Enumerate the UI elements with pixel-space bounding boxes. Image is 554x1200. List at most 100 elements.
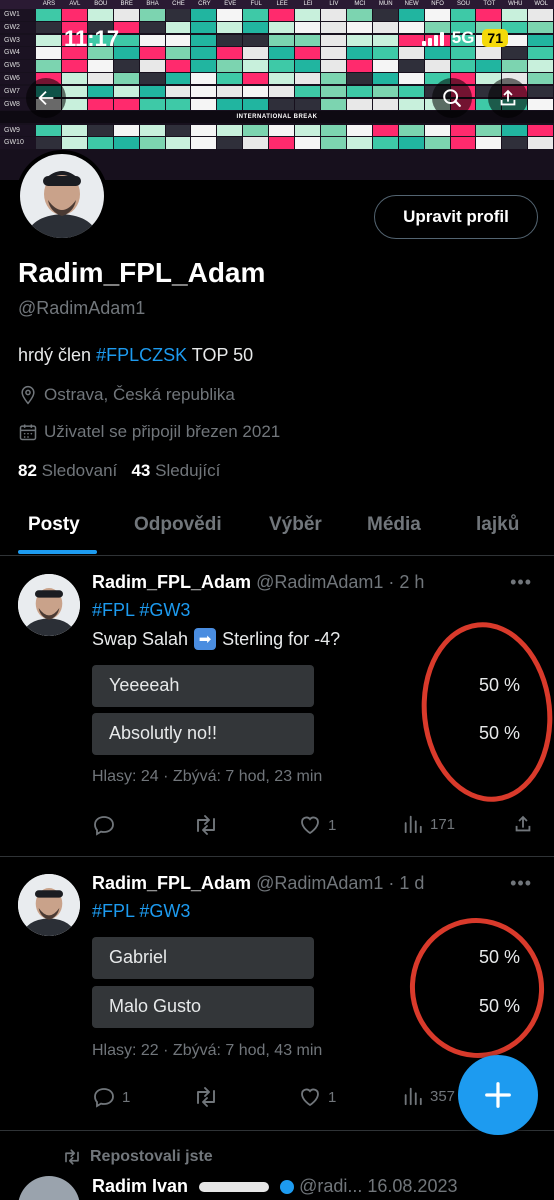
repost-button[interactable] (193, 813, 219, 837)
fixture-team-header: TOT (483, 1, 496, 7)
reply-button[interactable] (92, 813, 116, 837)
fixture-cell (87, 98, 113, 111)
fixture-cell (165, 124, 191, 137)
joined-text: Uživatel se připojil březen 2021 (44, 422, 281, 441)
fixture-cell (502, 9, 528, 21)
poll-option-label: Yeeeeah (109, 675, 180, 695)
profile-avatar[interactable] (16, 150, 108, 242)
like-button[interactable]: 1 (298, 1085, 336, 1109)
follow-stats: 82 Sledovaní 43 Sledující (18, 461, 220, 481)
fixture-cell (398, 60, 424, 72)
fixture-cell (139, 72, 165, 85)
reposted-label: Repostovali jste (90, 1148, 213, 1165)
views-count: 357 (430, 1087, 456, 1105)
fixture-row: GW9 (0, 124, 554, 137)
reply-count: 1 (122, 1088, 131, 1106)
tab-highlights[interactable]: Výběr (269, 514, 322, 536)
post-hashtags[interactable]: #FPL #GW3 (92, 901, 190, 922)
fixture-team-header: ARS (42, 1, 56, 7)
fixture-cell (372, 124, 398, 137)
fixture-cell (113, 124, 139, 137)
views-count: 171 (430, 815, 456, 833)
poll-option-label: Absolutly no!! (109, 723, 218, 743)
followers-link[interactable]: 43 Sledující (131, 461, 220, 480)
post-hashtags[interactable]: #FPL #GW3 (92, 600, 190, 621)
compose-post-button[interactable] (458, 1055, 538, 1135)
post-author-handle: @RadimAdam1 (256, 873, 384, 893)
fixture-cell (139, 124, 165, 137)
edit-profile-button[interactable]: Upravit profil (374, 195, 538, 239)
post-author-name[interactable]: Radim_FPL_Adam (92, 873, 251, 893)
tab-likes[interactable]: lajků (476, 514, 519, 536)
post-author-name[interactable]: Radim Ivan (92, 1176, 188, 1196)
bio-hashtag-link[interactable]: #FPLCZSK (96, 345, 187, 365)
share-icon (515, 815, 531, 832)
fixture-cell (450, 60, 476, 72)
post-avatar[interactable] (18, 874, 80, 936)
like-count: 1 (328, 1088, 337, 1106)
fixture-cell (243, 98, 269, 111)
share-profile-button[interactable] (488, 78, 528, 118)
search-icon (443, 89, 461, 107)
post-date: 16.08.2023 (367, 1176, 458, 1196)
more-options-icon[interactable]: ••• (510, 572, 532, 593)
fixture-cell (320, 137, 346, 149)
more-options-icon[interactable]: ••• (510, 873, 532, 894)
following-link[interactable]: 82 Sledovaní (18, 461, 117, 480)
views-button[interactable]: 171 (402, 813, 455, 835)
back-button[interactable] (26, 78, 66, 118)
views-bar-chart-icon (404, 1087, 422, 1106)
fixture-cell (424, 9, 450, 21)
reply-button[interactable]: 1 (92, 1085, 130, 1109)
fixture-cell (346, 9, 372, 21)
post-author-name[interactable]: Radim_FPL_Adam (92, 572, 251, 592)
fixture-cell (243, 124, 269, 137)
fixture-cell (269, 60, 295, 72)
fixture-cell (476, 137, 502, 149)
fixture-cell (346, 124, 372, 137)
fixture-cell (450, 9, 476, 21)
fixture-cell (528, 72, 554, 85)
fixture-cell (61, 9, 87, 21)
plus-icon (485, 1082, 511, 1108)
fixture-cell (191, 72, 217, 85)
arrow-right-emoji-icon: ➡ (194, 628, 217, 650)
fixture-cell (36, 124, 61, 137)
fixture-cell (372, 9, 398, 21)
fixture-team-header: LEE (276, 1, 288, 7)
fixture-cell (528, 98, 554, 111)
like-button[interactable]: 1 (298, 813, 336, 837)
fixture-cell (165, 9, 191, 21)
fixture-cell (113, 60, 139, 72)
fixture-team-header: WHU (508, 1, 523, 7)
like-count: 1 (328, 816, 337, 834)
tab-posts[interactable]: Posty (28, 514, 80, 536)
fixture-cell (476, 124, 502, 137)
fixture-cell (398, 9, 424, 21)
share-icon (500, 89, 516, 106)
post-avatar[interactable] (18, 1176, 80, 1200)
fixture-cell (372, 60, 398, 72)
fixture-cell (295, 137, 320, 149)
tab-replies[interactable]: Odpovědi (134, 514, 222, 536)
tab-media[interactable]: Média (367, 514, 421, 536)
fixture-team-header: SOU (456, 1, 470, 7)
fixture-cell (450, 124, 476, 137)
fixture-cell (320, 60, 346, 72)
fixture-cell (165, 72, 191, 85)
fixture-cell (295, 124, 320, 137)
search-button[interactable] (432, 78, 472, 118)
fixture-cell (398, 85, 424, 98)
battery-indicator: 71 (482, 29, 508, 47)
fixture-cell (87, 60, 113, 72)
fixture-cell (346, 98, 372, 111)
post-avatar[interactable] (18, 574, 80, 636)
fixture-cell (320, 72, 346, 85)
fixture-cell (191, 9, 217, 21)
fixture-cell (243, 60, 269, 72)
views-button[interactable]: 357 (402, 1085, 455, 1107)
share-button[interactable] (512, 813, 534, 835)
fixture-cell (346, 137, 372, 149)
following-count: 82 (18, 461, 37, 480)
repost-button[interactable] (193, 1085, 219, 1109)
